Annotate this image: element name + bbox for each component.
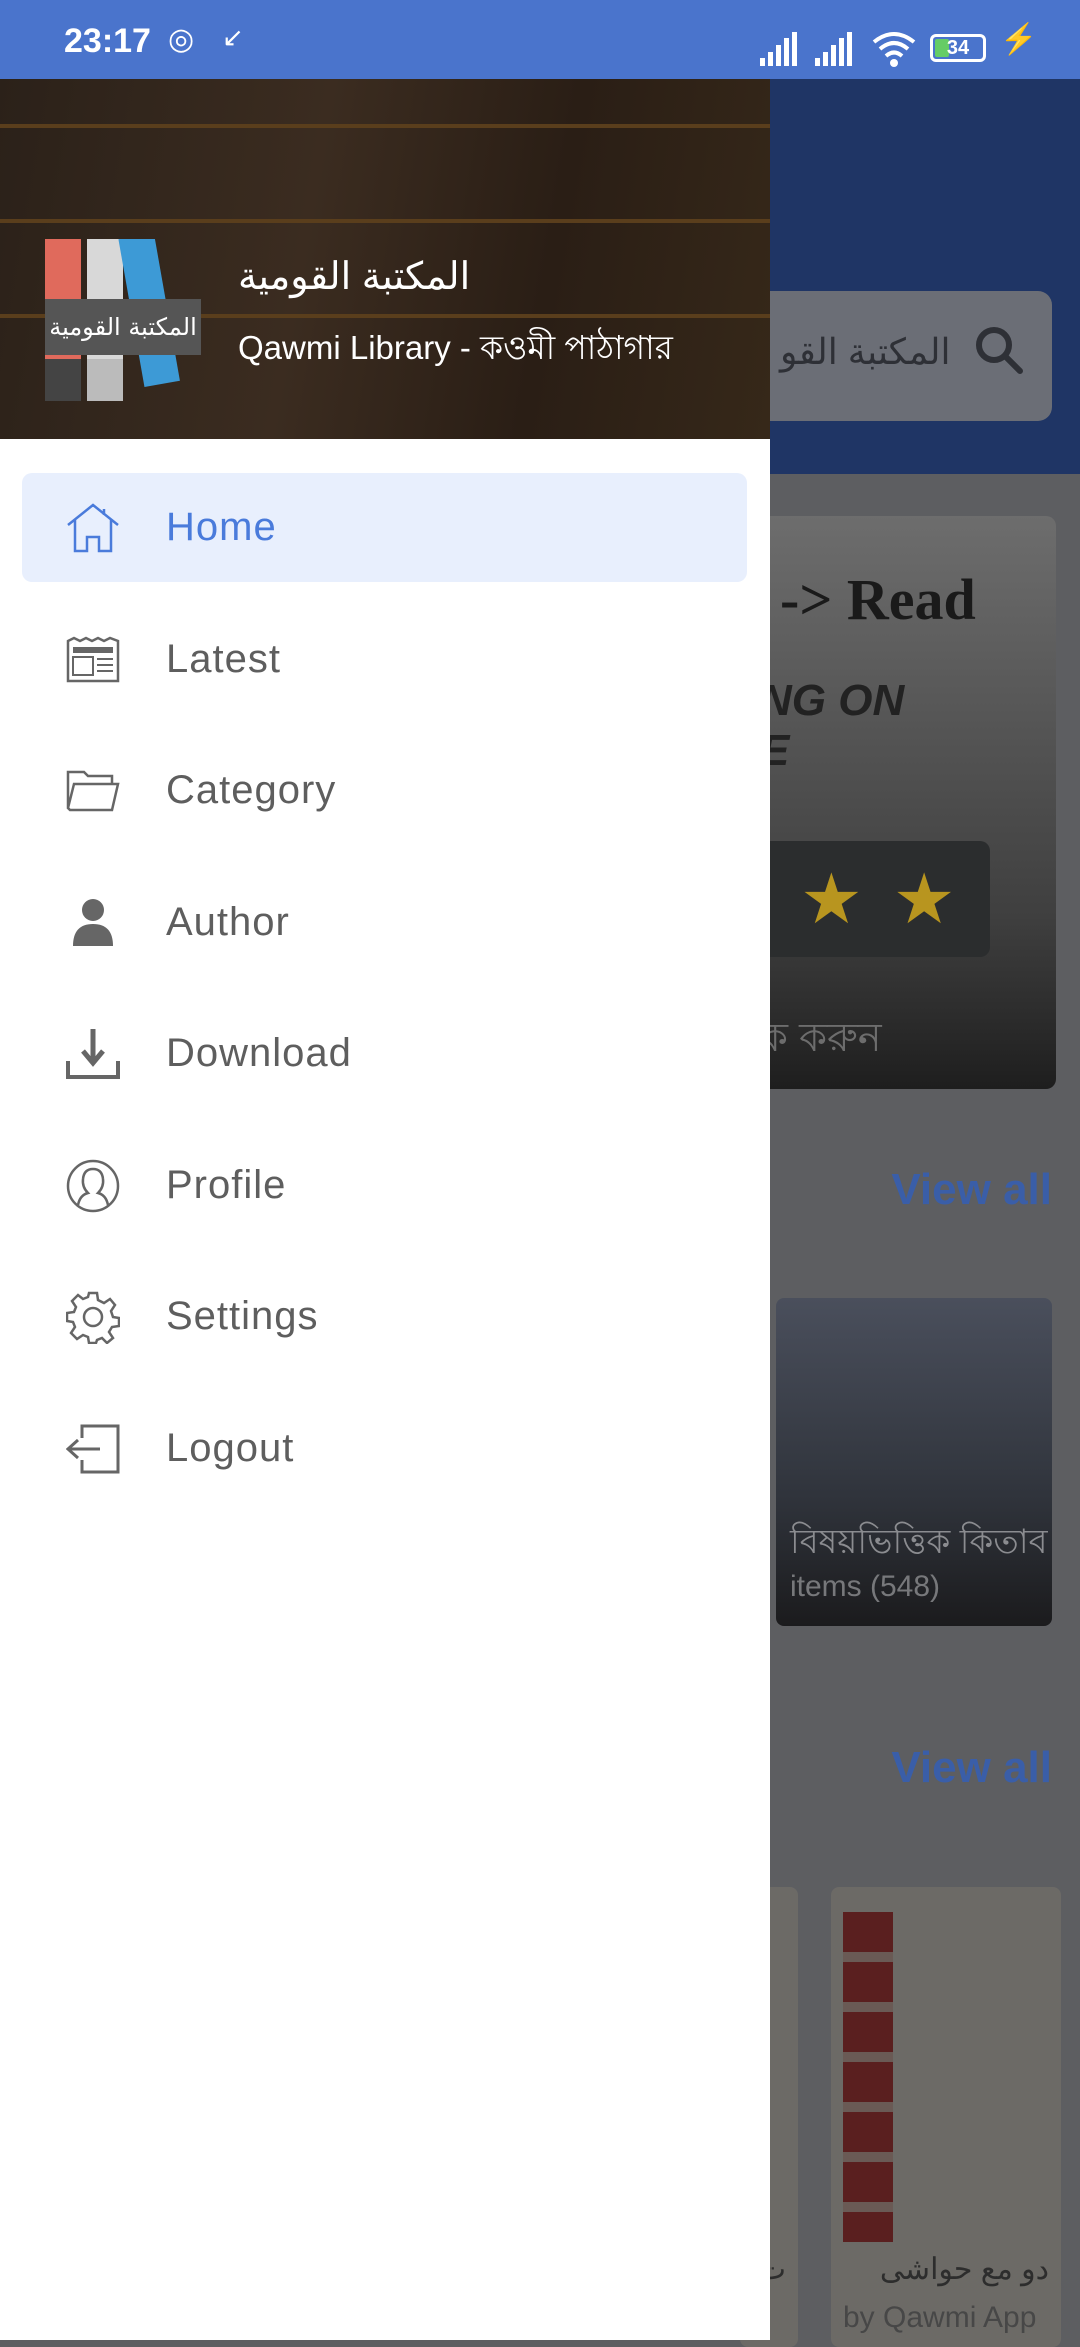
logout-icon [66,1424,120,1474]
missed-call-icon: ↙ [222,22,244,52]
newspaper-icon [66,636,120,683]
person-icon [73,899,113,946]
search-bar[interactable]: المكتبة القو [740,291,1052,421]
menu-item-logout[interactable]: Logout [22,1394,747,1503]
menu-item-profile[interactable]: Profile [22,1131,747,1240]
status-bar: 23:17 ◎ ↙ 34 ⚡ [0,0,1080,79]
view-all-link[interactable]: View all [891,1743,1052,1793]
search-icon[interactable] [974,325,1024,375]
category-name: বিষয়ভিত্তিক কিতাব [790,1523,1048,1561]
folder-icon [66,770,120,812]
banner-card[interactable]: -> Read NG ON E ★★ ক করুন [740,516,1056,1089]
menu-item-label: Profile [166,1163,287,1207]
menu-item-label: Logout [166,1426,295,1470]
view-all-link[interactable]: View all [891,1165,1052,1215]
book-title: دو مع حواشی [879,2253,1049,2286]
menu-item-author[interactable]: Author [22,868,747,977]
charging-icon: ⚡ [1000,23,1038,56]
book-author: by Qawmi App [843,2301,1037,2334]
app-logo: المكتبة القومية [45,239,201,401]
menu-item-label: Download [166,1031,352,1075]
signal-icon [760,32,852,66]
navigation-drawer: المكتبة القومية المكتبة القومية Qawmi Li… [0,79,770,2340]
drawer-subtitle: Qawmi Library - কওমী পাঠাগার [238,329,673,366]
profile-icon [66,1159,120,1213]
category-count: items (548) [790,1570,941,1603]
menu-item-label: Latest [166,637,281,681]
home-icon [67,503,119,553]
download-icon [66,1029,120,1079]
wifi-icon [872,32,916,67]
rating-stars: ★★ [740,841,990,957]
status-time: 23:17 [64,22,151,60]
menu-item-label: Category [166,768,337,812]
menu-item-category[interactable]: Category [22,736,747,845]
menu-item-label: Settings [166,1294,319,1338]
logo-text: المكتبة القومية [49,313,197,341]
menu-item-label: Home [166,505,277,549]
battery-indicator: 34 [930,34,986,62]
vpn-icon: ◎ [168,23,195,56]
search-placeholder: المكتبة القو [780,331,951,372]
banner-caption: ক করুন [760,1016,882,1060]
menu-item-download[interactable]: Download [22,999,747,1108]
category-card[interactable]: বিষয়ভিত্তিক কিতাব items (548) [776,1298,1052,1626]
menu-item-latest[interactable]: Latest [22,605,747,714]
menu-item-label: Author [166,900,290,944]
drawer-header: المكتبة القومية المكتبة القومية Qawmi Li… [0,79,770,439]
menu-item-settings[interactable]: Settings [22,1262,747,1371]
book-card[interactable]: دو مع حواشی by Qawmi App [831,1887,1061,2347]
banner-text: NG ON E [760,676,905,775]
menu-item-home[interactable]: Home [22,473,747,582]
banner-text: -> Read [780,567,976,632]
drawer-title: المكتبة القومية [238,256,471,298]
gear-icon [66,1291,120,1344]
